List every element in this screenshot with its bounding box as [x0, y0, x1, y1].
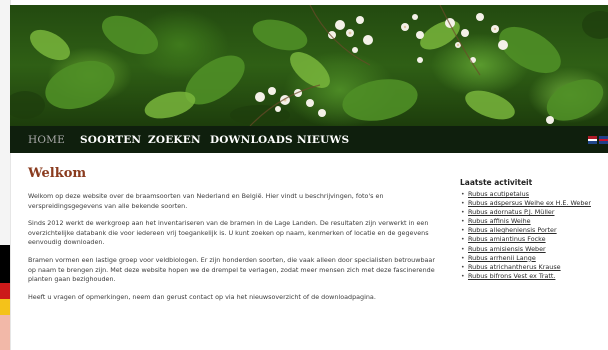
header-banner-image: [10, 5, 608, 126]
bullet-icon: •: [461, 200, 465, 208]
activity-link[interactable]: Rubus adornatus P.J. Müller: [468, 208, 554, 216]
language-switcher: [588, 136, 608, 144]
list-item: • Rubus allegheniensis Porter: [460, 226, 606, 235]
activity-link[interactable]: Rubus atrichantherus Krause: [468, 263, 561, 271]
list-item: • Rubus arrhenii Lange: [460, 254, 606, 263]
bullet-icon: •: [461, 272, 465, 280]
nav-item-soorten[interactable]: SOORTEN: [80, 134, 141, 148]
activity-link[interactable]: Rubus affinis Weihe: [468, 217, 531, 225]
nav-item-downloads[interactable]: DOWNLOADS: [210, 134, 293, 148]
edge-stripe-black: [0, 245, 10, 283]
bullet-icon: •: [461, 263, 465, 271]
bullet-icon: •: [461, 236, 465, 244]
intro-paragraph-3: Bramen vormen een lastige groep voor vel…: [28, 255, 435, 284]
intro-paragraph-4: Heeft u vragen of opmerkingen, neem dan …: [28, 292, 376, 301]
bullet-icon: •: [461, 245, 465, 253]
bullet-icon: •: [461, 227, 465, 235]
nav-item-home[interactable]: HOME: [28, 134, 65, 148]
page-title: Welkom: [28, 166, 87, 181]
list-item: • Rubus acutipetalus: [460, 190, 606, 199]
activity-link[interactable]: Rubus allegheniensis Porter: [468, 226, 557, 234]
main-content: Welkom Welkom op deze website over de br…: [28, 166, 444, 310]
activity-link[interactable]: Rubus amiantinus Focke: [468, 235, 546, 243]
activity-list: • Rubus acutipetalus • Rubus adspersus Wei…: [460, 190, 606, 281]
activity-link[interactable]: Rubus arrhenii Lange: [468, 254, 536, 262]
list-item: • Rubus amiantinus Focke: [460, 235, 606, 244]
list-item: • Rubus affinis Weihe: [460, 217, 606, 226]
edge-stripe-pink: [0, 315, 10, 350]
nav-item-zoeken[interactable]: ZOEKEN: [148, 134, 201, 148]
activity-link[interactable]: Rubus acutipetalus: [468, 190, 529, 198]
list-item: • Rubus adspersus Weihe ex H.E. Weber: [460, 199, 606, 208]
intro-paragraph-1: Welkom op deze website over de braamsoor…: [28, 192, 384, 210]
list-item: • Rubus bifrons Vest ex Tratt.: [460, 272, 606, 281]
bullet-icon: •: [461, 209, 465, 217]
main-navigation: HOME SOORTEN ZOEKEN DOWNLOADS NIEUWS: [10, 126, 608, 153]
sidebar-latest-activity: Laatste activiteit • Rubus acutipetalus •…: [460, 178, 606, 281]
nav-item-nieuws[interactable]: NIEUWS: [297, 134, 349, 148]
activity-link[interactable]: Rubus adspersus Weihe ex H.E. Weber: [468, 199, 591, 207]
list-item: • Rubus atrichantherus Krause: [460, 263, 606, 272]
edge-stripe-yellow: [0, 299, 10, 315]
english-flag-icon[interactable]: [599, 136, 608, 144]
bullet-icon: •: [461, 254, 465, 262]
activity-link[interactable]: Rubus amisiensis Weber: [468, 245, 546, 253]
page: HOME SOORTEN ZOEKEN DOWNLOADS NIEUWS Wel…: [10, 0, 608, 350]
intro-paragraph-2: Sinds 2012 werkt de werkgroep aan het in…: [28, 219, 429, 247]
list-item: • Rubus adornatus P.J. Müller: [460, 208, 606, 217]
dutch-flag-icon[interactable]: [588, 136, 597, 144]
bramble-photo: [10, 5, 608, 126]
edge-stripe-red: [0, 283, 10, 299]
activity-link[interactable]: Rubus bifrons Vest ex Tratt.: [468, 272, 555, 280]
list-item: • Rubus amisiensis Weber: [460, 245, 606, 254]
bullet-icon: •: [461, 191, 465, 198]
sidebar-title: Laatste activiteit: [460, 178, 533, 187]
bullet-icon: •: [461, 218, 465, 226]
